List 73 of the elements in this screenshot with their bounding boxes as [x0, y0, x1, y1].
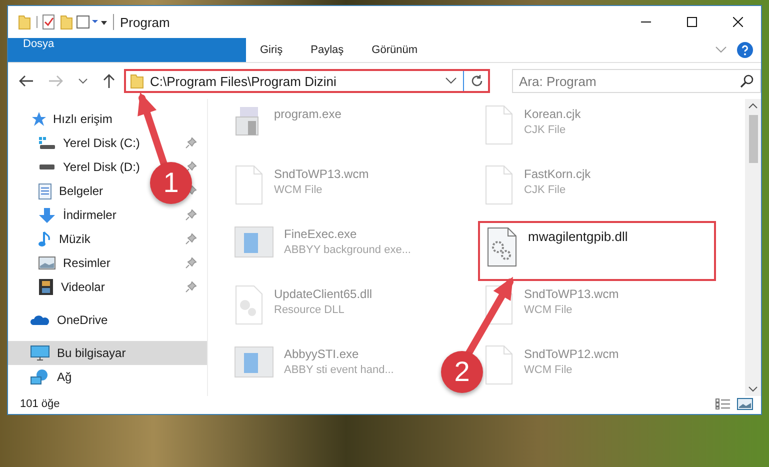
computer-icon	[30, 345, 50, 361]
file-type: ABBYY background exe...	[284, 244, 411, 256]
details-view-icon[interactable]	[715, 398, 731, 410]
ribbon-tab[interactable]: Görünüm	[358, 38, 432, 62]
file-name: SndToWP12.wcm	[524, 347, 619, 361]
tiles-view-icon[interactable]	[737, 398, 753, 410]
search-icon	[740, 74, 754, 88]
sidebar-item[interactable]: OneDrive	[8, 308, 207, 332]
drive-icon	[38, 136, 56, 150]
scroll-down-icon[interactable]	[748, 386, 758, 392]
sidebar-item[interactable]: Yerel Disk (D:)	[8, 155, 146, 179]
scroll-up-icon[interactable]	[748, 103, 758, 109]
file-type: ABBY sti event hand...	[284, 364, 394, 376]
pin-icon[interactable]	[185, 209, 197, 221]
file-name: FastKorn.cjk	[524, 167, 591, 181]
sidebar-item[interactable]: Yerel Disk (C:)	[8, 131, 146, 155]
pin-icon[interactable]	[185, 281, 197, 293]
document-icon	[38, 182, 52, 200]
sidebar-item[interactable]: Videolar	[8, 275, 146, 299]
star-icon	[30, 111, 46, 127]
cloud-icon	[30, 314, 50, 326]
sidebar-item[interactable]: İndirmeler	[8, 203, 146, 227]
sidebar-item[interactable]: Resimler	[8, 251, 146, 275]
file-menu-tab[interactable]: Dosya	[8, 38, 246, 62]
pin-icon[interactable]	[185, 233, 197, 245]
gear-file-icon[interactable]	[486, 227, 518, 267]
sidebar-item[interactable]: Belgeler	[8, 179, 146, 203]
file-name: Korean.cjk	[524, 107, 581, 121]
address-bar[interactable]: C:\Program Files\Program Dizini	[124, 69, 490, 93]
file-name: SndToWP13.wcm	[524, 287, 619, 301]
file-name: UpdateClient65.dll	[274, 287, 372, 301]
music-note-icon	[38, 230, 52, 248]
pin-icon[interactable]	[185, 161, 197, 173]
sidebar-item[interactable]: Müzik	[8, 227, 146, 251]
chevron-down-icon[interactable]	[445, 77, 457, 85]
close-icon[interactable]	[733, 17, 743, 27]
help-icon[interactable]	[737, 42, 753, 58]
up-arrow-icon[interactable]	[102, 73, 116, 89]
file-item[interactable]: mwagilentgpib.dll	[478, 221, 716, 281]
window-title: Program	[120, 14, 170, 30]
file-name: program.exe	[274, 107, 342, 121]
sidebar-item[interactable]: Bu bilgisayar	[8, 341, 207, 365]
ribbon-tab[interactable]: Paylaş	[296, 38, 358, 62]
maximize-icon[interactable]	[687, 17, 697, 27]
scrollbar[interactable]	[745, 99, 761, 396]
network-icon	[30, 369, 50, 385]
ribbon-tab[interactable]: Giriş	[246, 38, 297, 62]
item-count: 101 öğe	[20, 398, 60, 410]
picture-icon	[38, 256, 56, 270]
file-name: FineExec.exe	[284, 227, 358, 241]
file-type: WCM File	[524, 364, 574, 376]
refresh-icon[interactable]	[470, 74, 484, 88]
file-type: Resource DLL	[274, 304, 346, 316]
file-type: WCM File	[524, 304, 574, 316]
drive-icon	[39, 164, 55, 170]
file-name: AbbyySTI.exe	[284, 347, 360, 361]
sidebar-item[interactable]: Ağ	[8, 365, 207, 389]
download-arrow-icon	[38, 206, 56, 224]
file-type: WCM File	[274, 184, 324, 196]
pin-icon[interactable]	[185, 257, 197, 269]
recent-dropdown-icon[interactable]	[78, 77, 88, 85]
search-field[interactable]: Ara: Program	[512, 69, 761, 93]
sidebar-item[interactable]: Hızlı erişim	[8, 107, 207, 131]
pin-icon[interactable]	[185, 137, 197, 149]
file-type: CJK File	[524, 184, 567, 196]
quick-access-toolbar-icon[interactable]	[17, 13, 107, 31]
scrollbar-thumb[interactable]	[748, 115, 758, 163]
file-name: SndToWP13.wcm	[274, 167, 369, 181]
folder-icon	[130, 73, 144, 89]
film-icon	[38, 278, 54, 296]
file-name: mwagilentgpib.dll	[528, 229, 628, 244]
back-arrow-icon[interactable]	[18, 74, 34, 88]
file-type: CJK File	[524, 124, 567, 136]
